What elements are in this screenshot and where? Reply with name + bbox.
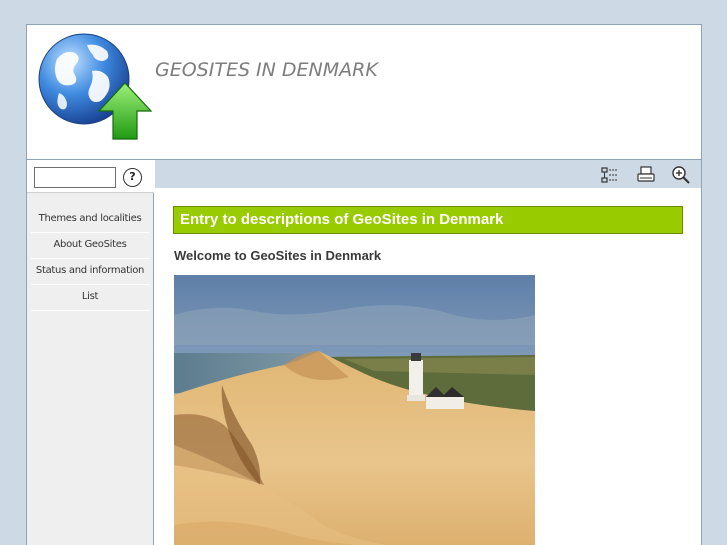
welcome-text: Welcome to GeoSites in Denmark [174, 248, 382, 263]
sidebar-item-list[interactable]: List [31, 285, 149, 311]
site-title: GEOSITES IN DENMARK [155, 59, 378, 81]
zoom-in-icon[interactable] [671, 165, 691, 185]
sidebar: ? Themes and localities About GeoSites S… [27, 160, 154, 545]
search-input[interactable] [34, 167, 116, 188]
page-frame: GEOSITES IN DENMARK ? Themes and localit… [26, 24, 702, 545]
toolbar [155, 160, 701, 188]
search-bar: ? [27, 160, 154, 193]
print-icon[interactable] [636, 165, 656, 185]
site-header: GEOSITES IN DENMARK [27, 25, 701, 159]
help-button[interactable]: ? [123, 168, 142, 187]
main-content: Entry to descriptions of GeoSites in Den… [155, 188, 701, 545]
globe-upload-logo [38, 33, 153, 140]
sidebar-item-themes-and-localities[interactable]: Themes and localities [31, 207, 149, 233]
sidebar-item-status-and-information[interactable]: Status and information [31, 259, 149, 285]
sidebar-item-about-geosites[interactable]: About GeoSites [31, 233, 149, 259]
dune-lighthouse-photo [174, 275, 535, 545]
sidebar-nav: Themes and localities About GeoSites Sta… [31, 207, 149, 311]
page-heading: Entry to descriptions of GeoSites in Den… [173, 206, 683, 234]
sitemap-icon[interactable] [600, 165, 620, 185]
